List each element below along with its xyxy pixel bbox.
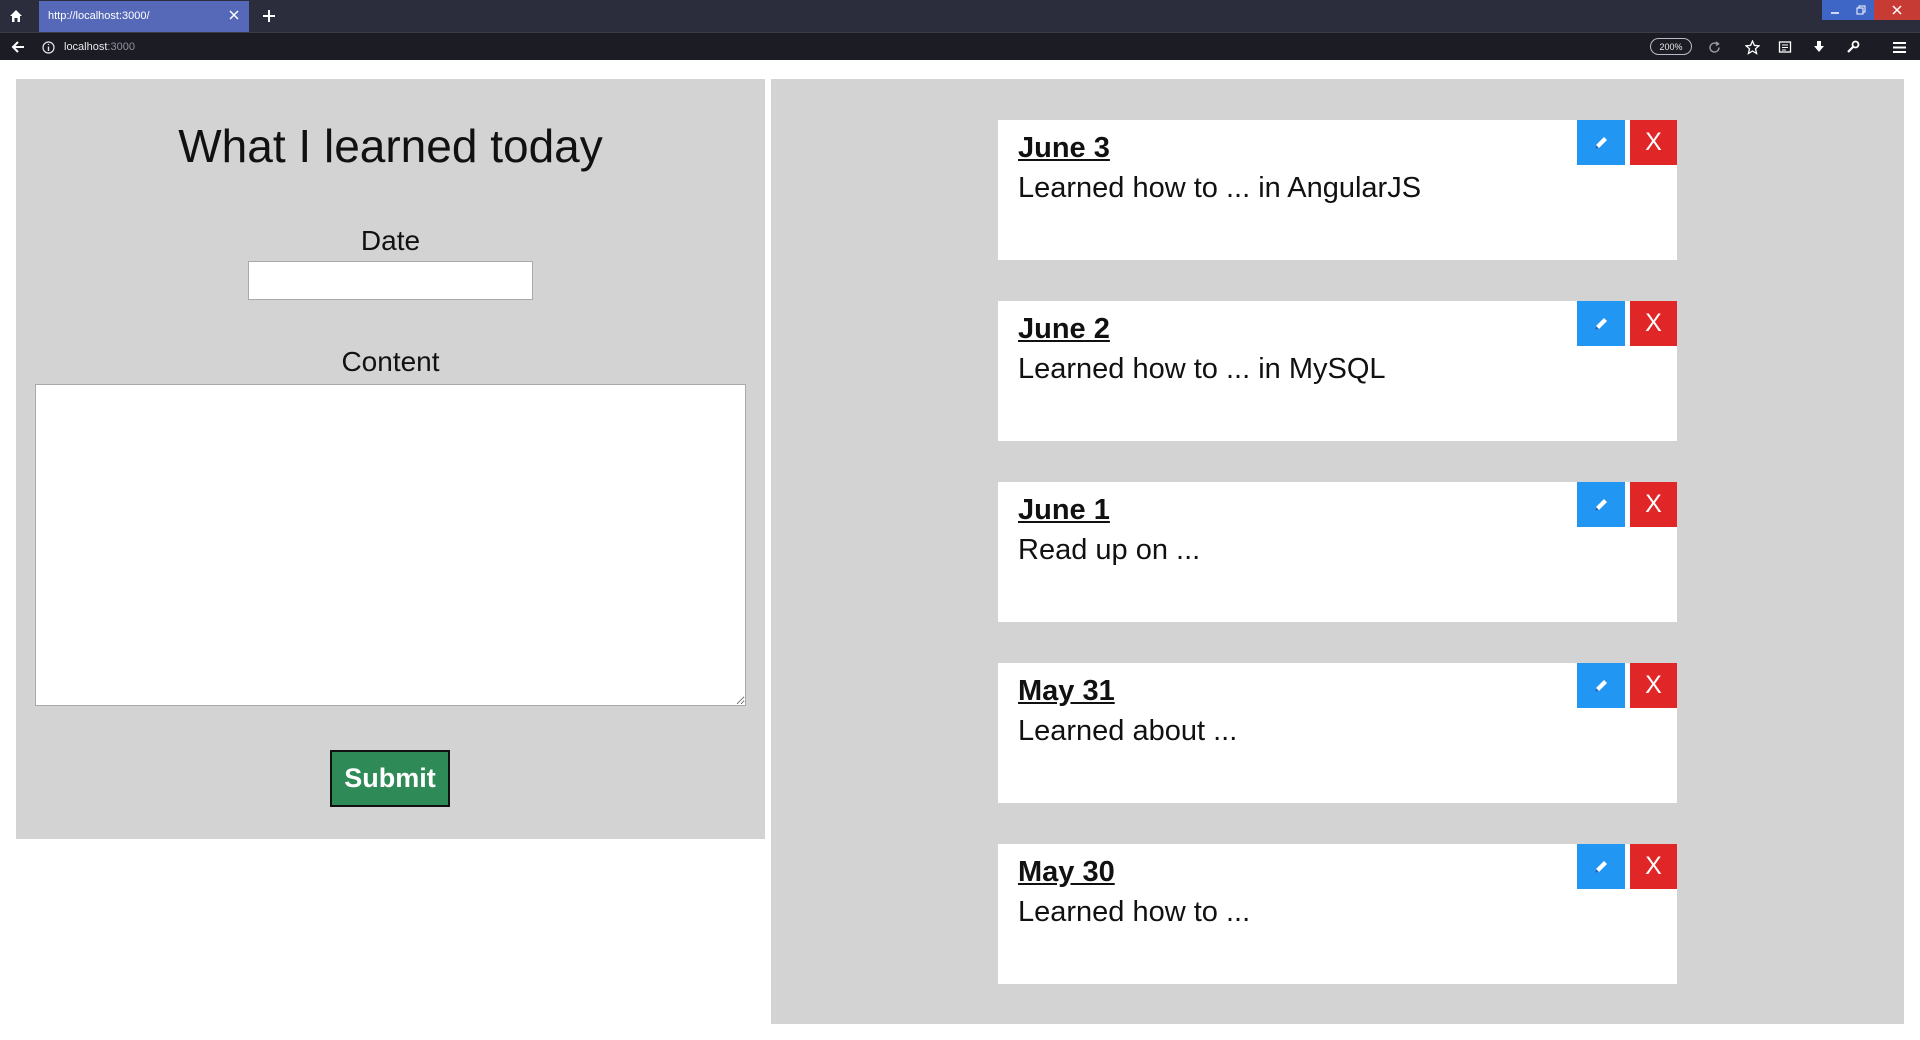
menu-button[interactable] [1888, 37, 1910, 57]
pencil-icon [1595, 679, 1607, 692]
info-icon[interactable] [40, 39, 56, 55]
edit-button[interactable] [1577, 120, 1625, 165]
browser-nav-bar: localhost:3000 200% [0, 32, 1920, 60]
wrench-icon [1847, 40, 1860, 53]
hamburger-icon [1892, 41, 1906, 53]
edit-button[interactable] [1577, 663, 1625, 708]
tab-title: http://localhost:3000/ [48, 10, 150, 22]
home-button[interactable] [2, 4, 30, 28]
restore-button[interactable] [1848, 0, 1874, 20]
zoom-level-badge[interactable]: 200% [1650, 38, 1692, 55]
entry-card: June 3 Learned how to ... in AngularJS X [998, 120, 1677, 260]
entry-date: June 3 [1018, 132, 1110, 164]
delete-button[interactable]: X [1630, 301, 1677, 346]
entry-date: May 31 [1018, 675, 1115, 707]
page-title: What I learned today [178, 120, 603, 172]
browser-tab[interactable]: http://localhost:3000/ [39, 1, 249, 32]
entry-text: Read up on ... [1018, 534, 1201, 566]
minimize-icon [1831, 12, 1839, 14]
restore-icon [1856, 5, 1866, 15]
url-host: localhost [64, 41, 108, 53]
home-icon [10, 10, 22, 22]
content-field[interactable] [35, 384, 746, 706]
entry-card: June 2 Learned how to ... in MySQL X [998, 301, 1677, 441]
pencil-icon [1595, 860, 1607, 873]
entry-text: Learned how to ... in MySQL [1018, 353, 1386, 385]
entry-date: May 30 [1018, 856, 1115, 888]
delete-button[interactable]: X [1630, 844, 1677, 889]
window-controls [1822, 0, 1920, 20]
url-port: :3000 [107, 41, 135, 53]
bookmark-button[interactable] [1741, 37, 1763, 57]
downloads-button[interactable] [1808, 37, 1830, 57]
minimize-button[interactable] [1822, 0, 1848, 20]
window-close-button[interactable] [1874, 0, 1920, 20]
tools-button[interactable] [1842, 37, 1864, 57]
date-label: Date [360, 225, 421, 256]
edit-button[interactable] [1577, 482, 1625, 527]
back-button[interactable] [8, 37, 28, 57]
url-bar[interactable]: localhost:3000 [36, 35, 1716, 59]
pencil-icon [1595, 136, 1607, 149]
entry-card: June 1 Read up on ... X [998, 482, 1677, 622]
close-icon [1892, 5, 1902, 15]
pencil-icon [1595, 498, 1607, 511]
reader-button[interactable] [1774, 37, 1796, 57]
edit-button[interactable] [1577, 301, 1625, 346]
new-tab-button[interactable] [258, 5, 280, 27]
back-arrow-icon [11, 41, 24, 53]
browser-tab-bar: http://localhost:3000/ [0, 0, 1920, 32]
entry-form-panel: What I learned today Date Content Submit [16, 79, 765, 839]
reader-icon [1778, 41, 1792, 53]
delete-button[interactable]: X [1630, 663, 1677, 708]
entry-text: Learned how to ... in AngularJS [1018, 172, 1422, 204]
submit-button[interactable]: Submit [330, 750, 450, 807]
entry-date: June 2 [1018, 313, 1110, 345]
close-icon[interactable] [227, 8, 241, 22]
entry-text: Learned how to ... [1018, 896, 1251, 928]
reload-button[interactable] [1703, 37, 1725, 57]
star-icon [1744, 39, 1760, 55]
pencil-icon [1595, 317, 1607, 330]
entry-date: June 1 [1018, 494, 1110, 526]
delete-button[interactable]: X [1630, 120, 1677, 165]
date-field[interactable] [248, 261, 533, 300]
download-icon [1814, 41, 1824, 52]
entry-card: May 31 Learned about ... X [998, 663, 1677, 803]
delete-button[interactable]: X [1630, 482, 1677, 527]
entries-panel: June 3 Learned how to ... in AngularJS X… [771, 79, 1904, 1024]
entry-card: May 30 Learned how to ... X [998, 844, 1677, 984]
plus-icon [263, 10, 275, 22]
reload-icon [1708, 40, 1720, 53]
edit-button[interactable] [1577, 844, 1625, 889]
entry-text: Learned about ... [1018, 715, 1238, 747]
content-label: Content [341, 346, 440, 377]
